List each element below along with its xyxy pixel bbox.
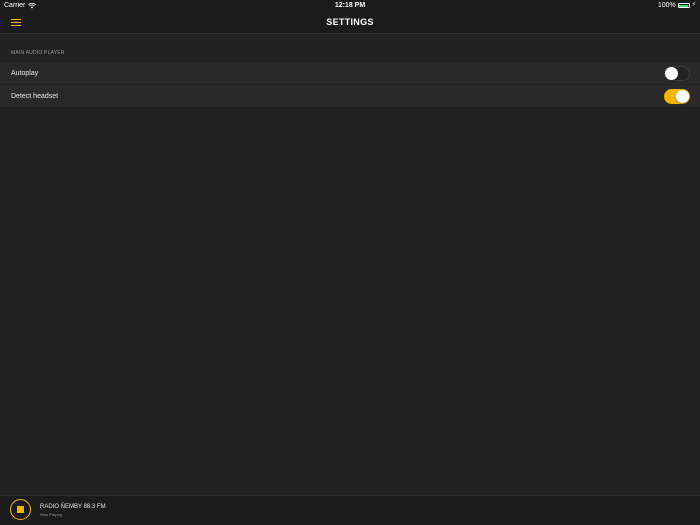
autoplay-row: Autoplay bbox=[0, 62, 700, 85]
page-title: SETTINGS bbox=[326, 17, 374, 27]
screen: Carrier 12:18 PM 100% ⚡ SETTINGS MAIN AU… bbox=[0, 0, 700, 525]
autoplay-toggle[interactable] bbox=[664, 65, 690, 81]
autoplay-label: Autoplay bbox=[11, 69, 39, 77]
detect-headset-toggle[interactable] bbox=[664, 88, 690, 104]
charging-icon: ⚡ bbox=[691, 2, 696, 8]
detect-headset-row: Detect headset bbox=[0, 85, 700, 107]
nav-bar: SETTINGS bbox=[0, 11, 700, 34]
battery-percent: 100% bbox=[657, 2, 676, 9]
status-time: 12:18 PM bbox=[334, 2, 366, 9]
toggle-knob bbox=[676, 89, 689, 103]
status-bar: Carrier 12:18 PM 100% ⚡ bbox=[0, 0, 700, 11]
station-name: RADIO ÑEMBY 88.3 FM bbox=[40, 504, 106, 510]
toggle-knob bbox=[665, 66, 678, 80]
stop-icon bbox=[17, 506, 24, 513]
battery-icon bbox=[677, 3, 690, 8]
status-right: 100% ⚡ bbox=[658, 0, 696, 11]
detect-headset-label: Detect headset bbox=[11, 92, 59, 100]
now-playing-label: Now Playing bbox=[40, 512, 63, 517]
section-header: MAIN AUDIO PLAYER bbox=[11, 50, 65, 56]
stop-button[interactable] bbox=[10, 499, 31, 520]
mini-player: RADIO ÑEMBY 88.3 FM Now Playing bbox=[0, 495, 700, 525]
